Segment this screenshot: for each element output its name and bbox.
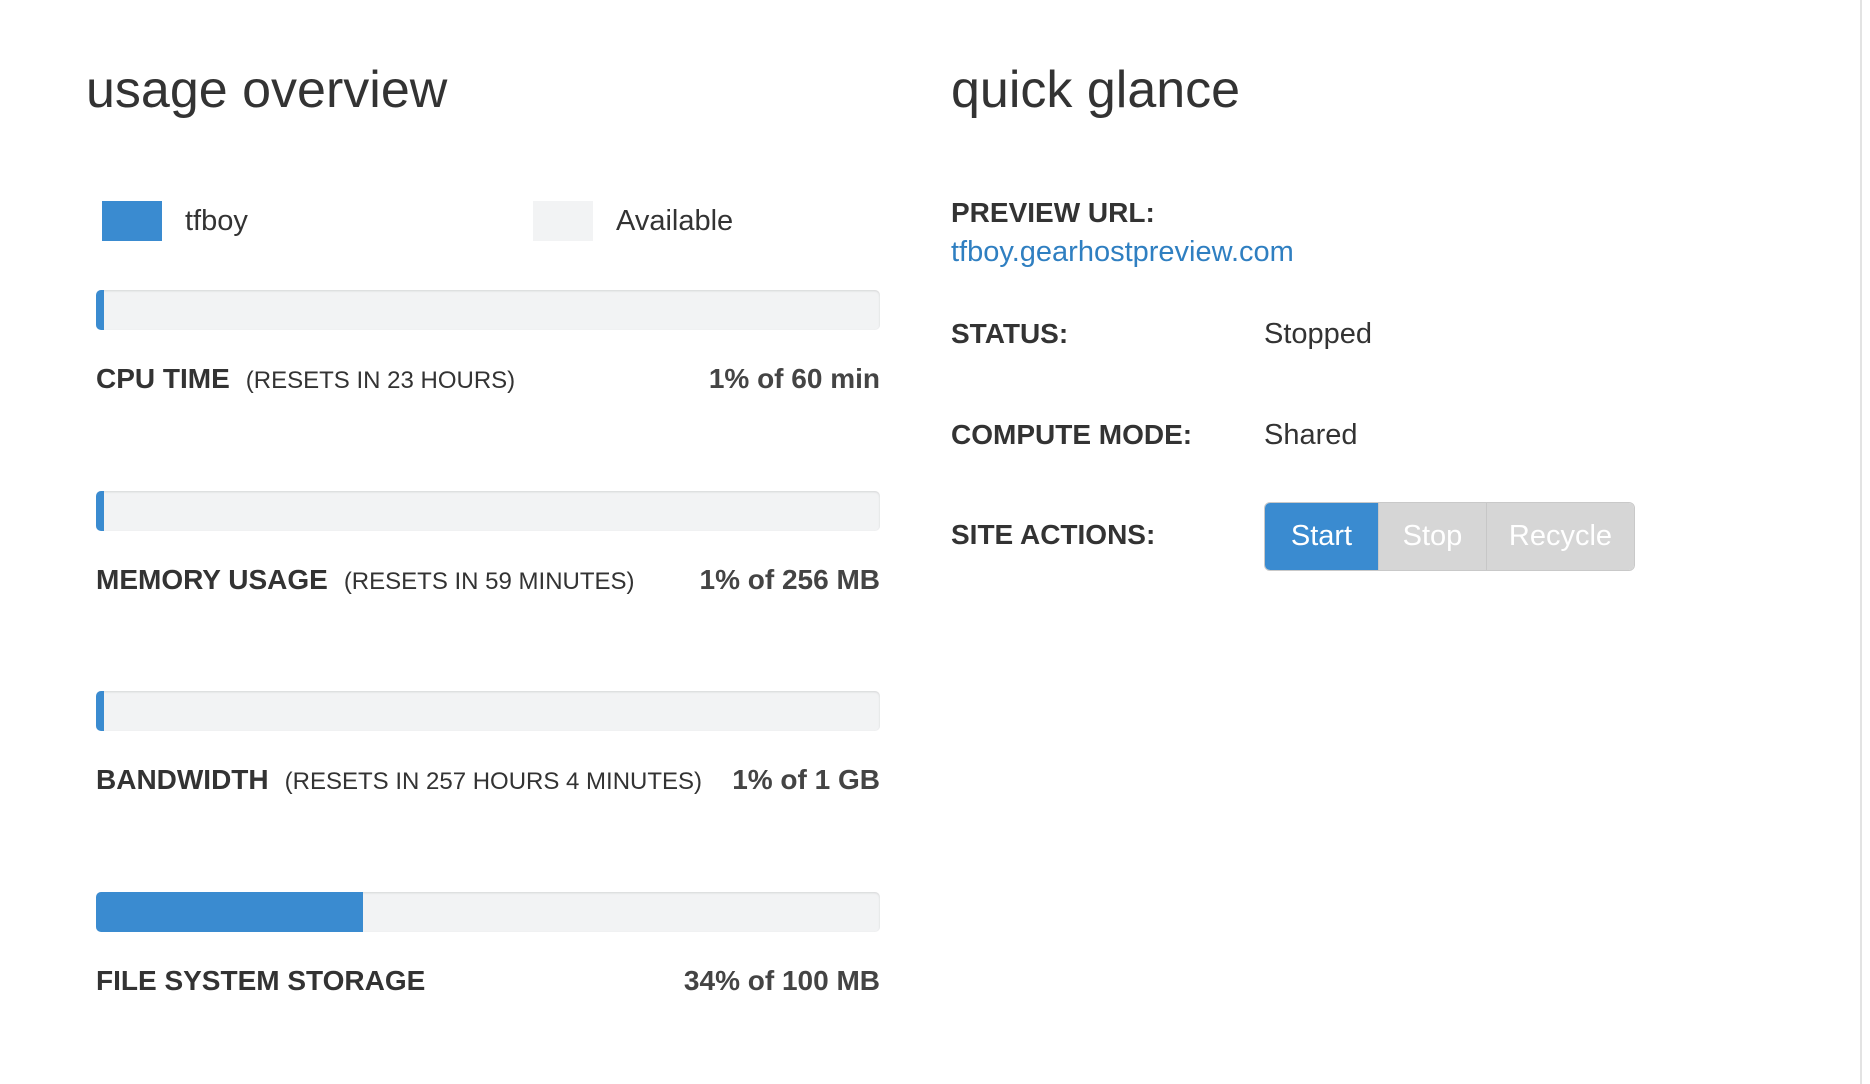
file-system-storage-bar [96,892,880,932]
bandwidth-bar-fill [96,691,104,731]
cpu-time-name: CPU TIME [96,363,230,394]
memory-usage-value: 1% of 256 MB [699,564,881,595]
cpu-time-reset: (RESETS IN 23 HOURS) [245,367,516,394]
status-label: STATUS: [951,318,1069,349]
compute-mode-value: Shared [1264,419,1358,451]
file-system-storage-label-row: FILE SYSTEM STORAGE 34% of 100 MB [96,965,880,1003]
cpu-time-bar-fill [96,290,104,330]
memory-usage-label-row: MEMORY USAGE (RESETS IN 59 MINUTES) 1% o… [96,564,880,602]
status-value: Stopped [1264,318,1373,350]
cpu-time-bar [96,290,880,330]
file-system-storage-bar-fill [96,892,363,932]
site-actions-row: SITE ACTIONS: Start Stop Recycle [951,502,1831,571]
window-edge-divider [1860,0,1862,1084]
site-actions-button-group: Start Stop Recycle [1264,502,1635,571]
bandwidth-label-row: BANDWIDTH (RESETS IN 257 HOURS 4 MINUTES… [96,764,880,802]
usage-legend: tfboy Available [86,200,882,242]
memory-usage-reset: (RESETS IN 59 MINUTES) [343,568,635,595]
legend-label-available: Available [616,204,734,237]
preview-url-link[interactable]: tfboy.gearhostpreview.com [951,236,1294,269]
compute-mode-row: COMPUTE MODE: Shared [951,410,1831,460]
file-system-storage-name: FILE SYSTEM STORAGE [96,965,426,996]
stop-button[interactable]: Stop [1378,503,1486,570]
legend-item-available: Available [533,200,733,242]
cpu-time-value: 1% of 60 min [708,363,880,394]
bandwidth-bar [96,691,880,731]
legend-label-used: tfboy [185,204,248,237]
preview-url-label: PREVIEW URL: [951,197,1155,228]
compute-mode-label: COMPUTE MODE: [951,419,1193,450]
cpu-time-label-row: CPU TIME (RESETS IN 23 HOURS) 1% of 60 m… [96,363,880,401]
legend-swatch-available [533,201,593,241]
bandwidth-name: BANDWIDTH [96,764,269,795]
legend-swatch-used [102,201,162,241]
memory-usage-bar-fill [96,491,104,531]
quick-glance-title: quick glance [951,61,1241,119]
start-button[interactable]: Start [1265,503,1378,570]
file-system-storage-value: 34% of 100 MB [683,965,880,996]
bandwidth-reset: (RESETS IN 257 HOURS 4 MINUTES) [284,768,703,795]
site-actions-label: SITE ACTIONS: [951,519,1156,550]
bandwidth-value: 1% of 1 GB [732,764,880,795]
memory-usage-name: MEMORY USAGE [96,564,328,595]
memory-usage-bar [96,491,880,531]
legend-item-used: tfboy [102,200,248,242]
status-row: STATUS: Stopped [951,309,1831,359]
usage-overview-title: usage overview [86,61,448,119]
recycle-button[interactable]: Recycle [1486,503,1634,570]
